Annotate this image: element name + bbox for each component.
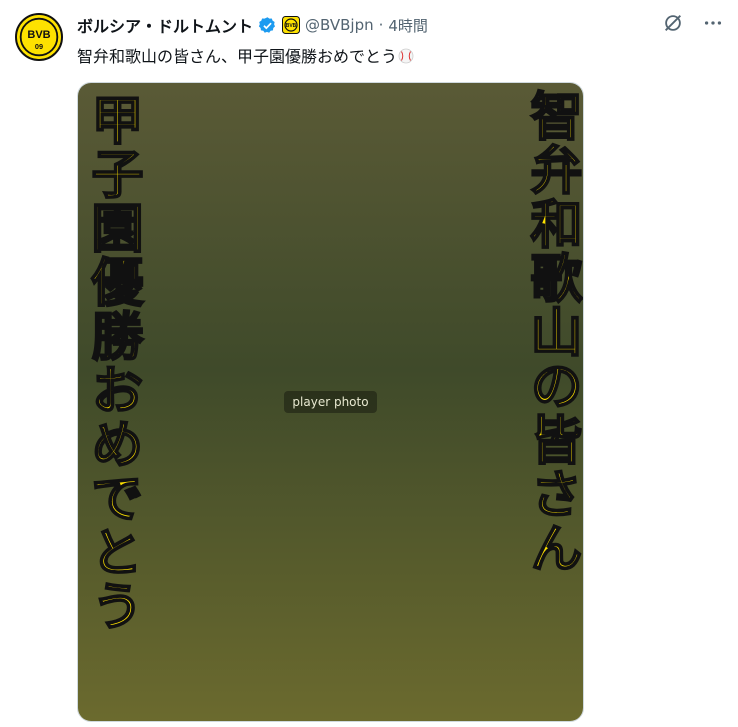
bvb-affiliate-icon[interactable]: BVB bbox=[282, 16, 301, 34]
grok-icon[interactable] bbox=[662, 12, 684, 34]
avatar[interactable]: BVB 09 bbox=[15, 13, 63, 61]
tweet[interactable]: BVB 09 ボルシア・ドルトムント BVB @BVBjpn · 4時間 智弁和… bbox=[0, 0, 738, 727]
tweet-text: 智弁和歌山の皆さん、甲子園優勝おめでとう bbox=[77, 43, 414, 67]
svg-text:BVB: BVB bbox=[286, 23, 297, 29]
tweet-header: ボルシア・ドルトムント BVB @BVBjpn · 4時間 bbox=[77, 13, 428, 37]
baseball-icon bbox=[398, 48, 414, 64]
display-name[interactable]: ボルシア・ドルトムント bbox=[77, 13, 253, 37]
timestamp[interactable]: 4時間 bbox=[388, 15, 428, 36]
svg-text:BVB: BVB bbox=[27, 29, 50, 41]
separator: · bbox=[378, 16, 384, 34]
tweet-media[interactable]: player photo 甲子園優勝おめでとう 智弁和歌山の皆さん bbox=[77, 82, 584, 722]
handle[interactable]: @BVBjpn bbox=[305, 16, 374, 34]
header-actions bbox=[662, 12, 724, 34]
tweet-text-body: 智弁和歌山の皆さん、甲子園優勝おめでとう bbox=[77, 47, 398, 66]
verified-badge-icon bbox=[258, 16, 277, 35]
caption-left: 甲子園優勝おめでとう bbox=[81, 92, 144, 634]
caption-right: 智弁和歌山の皆さん bbox=[520, 88, 583, 576]
player-photo: player photo bbox=[78, 83, 583, 721]
more-icon[interactable] bbox=[702, 12, 724, 34]
svg-text:09: 09 bbox=[35, 42, 43, 51]
